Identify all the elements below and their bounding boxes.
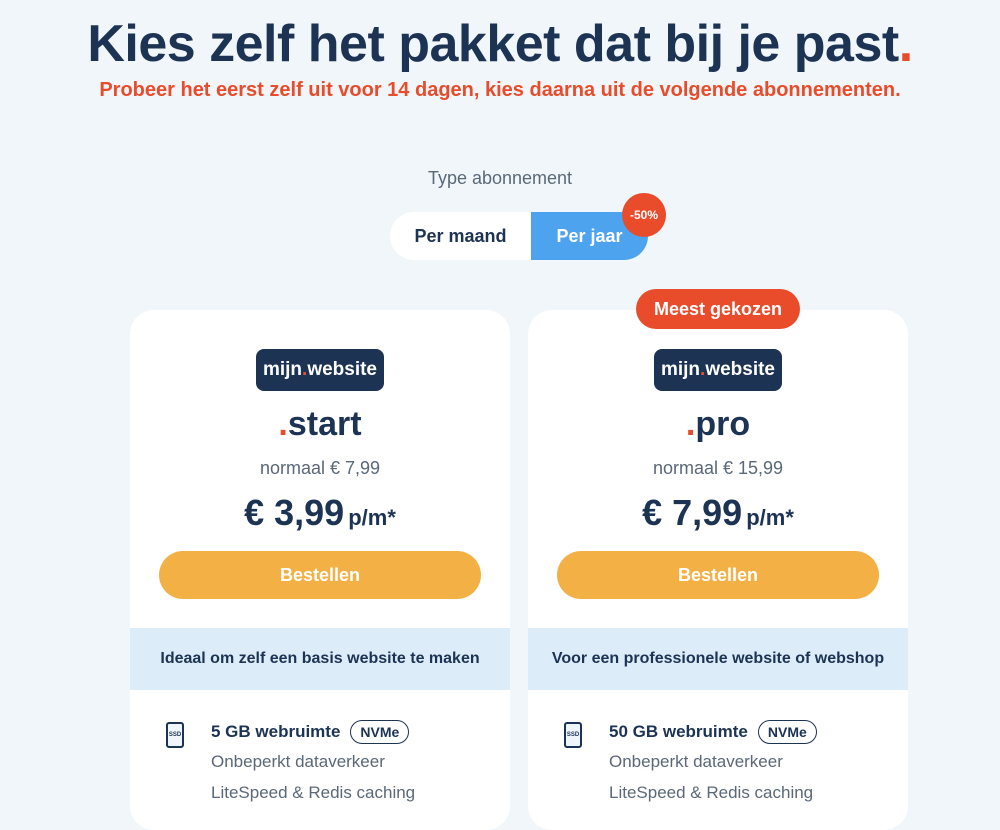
price-period: p/m* [746, 505, 794, 530]
plan-card-start: mijn.website .start normaal € 7,99 € 3,9… [130, 310, 510, 830]
brand-logo: mijn.website [654, 349, 782, 391]
ssd-icon: SSD [564, 722, 582, 748]
feature-item: LiteSpeed & Redis caching [609, 783, 814, 802]
storage-text: 5 GB webruimte [211, 722, 341, 741]
page-title-text: Kies zelf het pakket dat bij je past [87, 15, 899, 73]
storage-text: 50 GB webruimte [609, 722, 748, 741]
logo-part-1: mijn [660, 359, 701, 380]
billing-type-label: Type abonnement [427, 168, 573, 188]
plan-name-text: start [287, 405, 362, 443]
order-button[interactable]: Bestellen [557, 551, 879, 599]
nvme-badge: NVMe [757, 720, 817, 744]
page-title: Kies zelf het pakket dat bij je past. [0, 14, 1000, 74]
normal-price: normaal € 15,99 [652, 458, 784, 478]
plan-price: € 7,99 p/m* [528, 492, 908, 534]
price-amount: € 3,99 [244, 492, 345, 533]
plan-name-dot: . [685, 405, 696, 443]
logo-part-2: website [307, 359, 378, 380]
page-subtitle: Probeer het eerst zelf uit voor 14 dagen… [99, 79, 901, 101]
plan-name: .start [130, 405, 510, 444]
plan-name: .pro [528, 405, 908, 444]
page-title-dot: . [898, 15, 913, 73]
feature-item: Onbeperkt dataverkeer [609, 752, 783, 771]
brand-logo: mijn.website [256, 349, 384, 391]
normal-price: normaal € 7,99 [259, 458, 381, 478]
logo-part-1: mijn [262, 359, 303, 380]
billing-option-monthly[interactable]: Per maand [390, 212, 531, 260]
price-period: p/m* [348, 505, 396, 530]
ssd-icon: SSD [166, 722, 184, 748]
most-chosen-badge: Meest gekozen [636, 289, 800, 329]
feature-item: Onbeperkt dataverkeer [211, 752, 385, 771]
plan-name-dot: . [278, 405, 288, 443]
billing-toggle: Per maand Per jaar [390, 212, 648, 260]
price-amount: € 7,99 [642, 492, 743, 533]
feature-storage: 5 GB webruimte NVMe [211, 720, 410, 744]
plan-name-text: pro [695, 405, 751, 443]
plan-card-pro: mijn.website .pro normaal € 15,99 € 7,99… [528, 310, 908, 830]
logo-part-2: website [705, 359, 776, 380]
feature-item: LiteSpeed & Redis caching [211, 783, 416, 802]
nvme-badge: NVMe [350, 720, 410, 744]
plan-price: € 3,99 p/m* [130, 492, 510, 534]
plan-tagline: Voor een professionele website of websho… [528, 628, 908, 690]
feature-storage: 50 GB webruimte NVMe [609, 720, 817, 744]
discount-badge: -50% [622, 193, 666, 237]
order-button[interactable]: Bestellen [159, 551, 481, 599]
plan-tagline: Ideaal om zelf een basis website te make… [130, 628, 510, 690]
